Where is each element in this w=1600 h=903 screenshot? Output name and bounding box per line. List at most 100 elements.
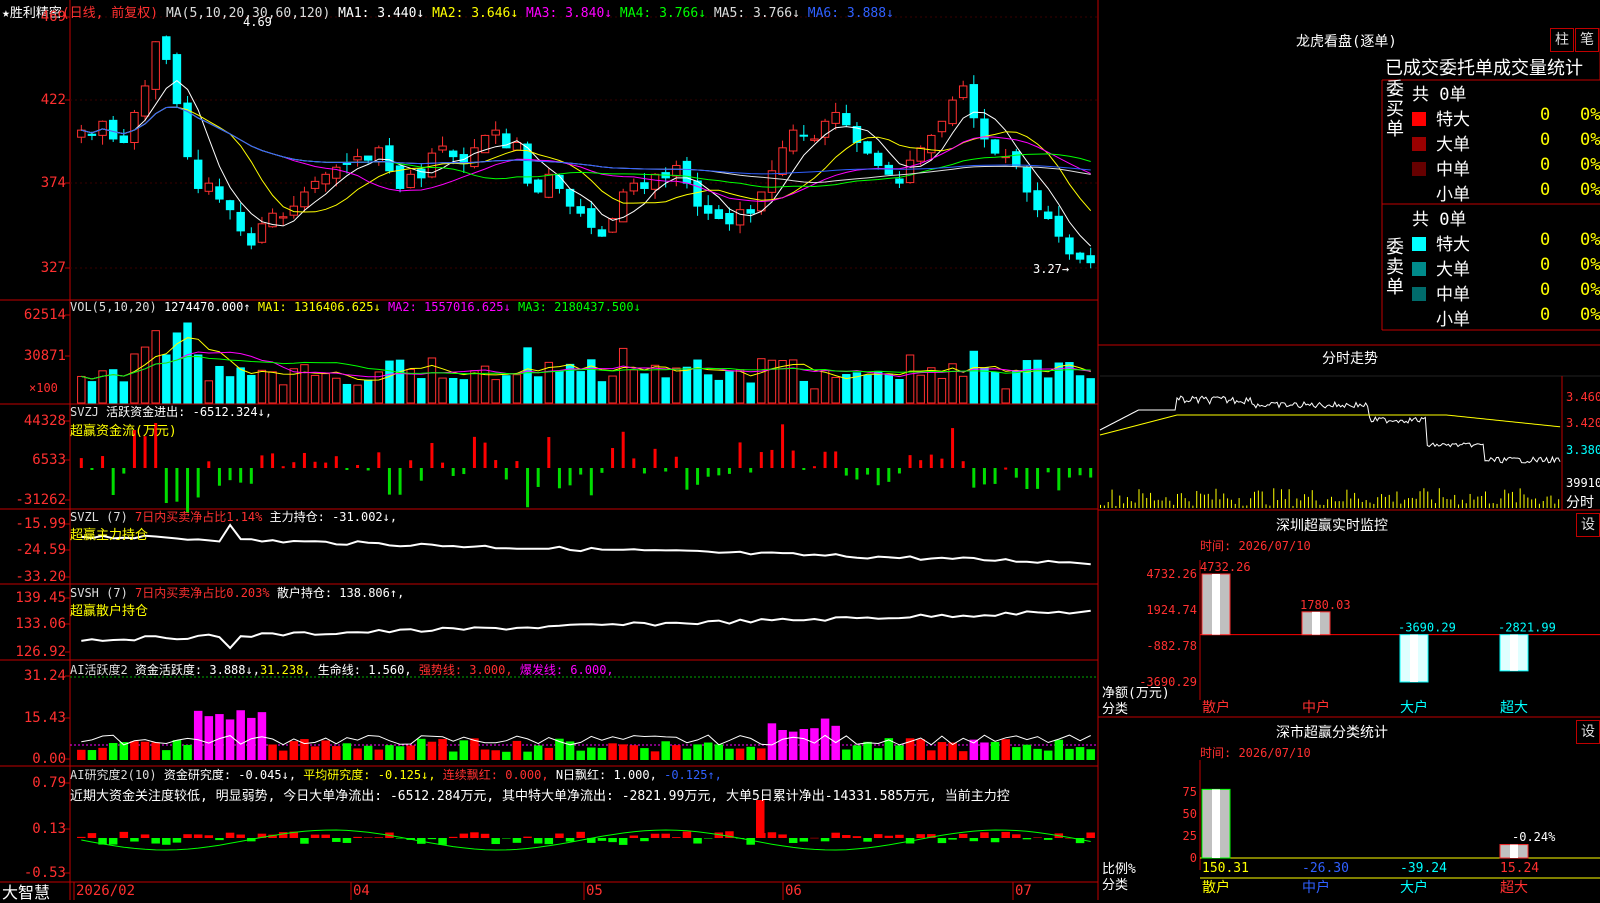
- candle: [162, 36, 171, 60]
- flow-bar: [791, 450, 795, 468]
- candle: [321, 173, 330, 185]
- legend-swatch: [1412, 187, 1426, 201]
- volume-bar: [417, 378, 426, 404]
- candle: [799, 134, 809, 137]
- volume-bar: [608, 375, 617, 404]
- classify-settings-button[interactable]: 设: [1576, 720, 1600, 744]
- activity-bar: [714, 744, 724, 760]
- classify-category-label: 大户: [1400, 879, 1428, 896]
- order-type-label: 大单: [1436, 135, 1470, 155]
- flow-bar: [356, 464, 360, 468]
- study-bar: [342, 838, 352, 843]
- order-percent: 0%: [1580, 180, 1600, 200]
- volume-bar: [757, 358, 766, 404]
- activity-bar: [257, 712, 267, 760]
- candle: [1086, 255, 1095, 264]
- flow-bar: [589, 468, 593, 496]
- activity-bar: [863, 741, 872, 760]
- flow-bar: [781, 424, 785, 468]
- intraday-volume-bar: [1184, 498, 1186, 508]
- flow-bar: [122, 468, 126, 474]
- candle: [810, 138, 819, 141]
- svzl-tick: -15.99: [15, 516, 66, 532]
- flow-bar: [302, 452, 306, 468]
- study-bar: [204, 835, 214, 838]
- volume-bar: [884, 373, 894, 404]
- classify-value-label: 15.24: [1500, 861, 1539, 876]
- activity-bar: [470, 738, 479, 760]
- buy-side-label: 委买单: [1386, 79, 1404, 140]
- flow-bar: [611, 448, 615, 468]
- monitor-time: 时间: 2026/07/10: [1200, 539, 1311, 553]
- study-bar: [618, 838, 628, 845]
- flow-bar: [324, 462, 328, 468]
- flow-bar: [143, 436, 147, 468]
- monitor-title: 深圳超赢实时监控: [1276, 518, 1388, 534]
- study-bar: [108, 838, 118, 845]
- order-count: 0: [1540, 155, 1551, 175]
- vol-header: VOL(5,10,20) 1274470.000↑ MA1: 1316406.6…: [70, 300, 641, 314]
- svsh-ratio: 7日内买卖净占比0.203%: [135, 586, 270, 600]
- volume-bar: [77, 375, 86, 404]
- flow-bar: [1004, 467, 1008, 470]
- intraday-volume-bar: [1277, 500, 1279, 508]
- volume-bar: [310, 374, 320, 404]
- ma-line: [81, 106, 1091, 175]
- candle: [310, 180, 320, 189]
- candle: [629, 182, 639, 192]
- flow-bar: [823, 451, 827, 468]
- intraday-volume-bar: [1458, 504, 1460, 508]
- volume-bar: [703, 374, 713, 404]
- ai-study-tick: 0.13: [32, 821, 66, 837]
- activity-bar: [1065, 748, 1074, 760]
- intraday-volume-bar: [1284, 499, 1286, 508]
- ai2-activity: 资金活跃度: 3.888↓,: [134, 663, 260, 677]
- volume-bar: [321, 373, 330, 404]
- intraday-volume-bar: [1103, 505, 1105, 508]
- candle: [863, 141, 872, 154]
- candle: [108, 119, 118, 140]
- activity-bar: [491, 750, 500, 760]
- volume-bar: [682, 366, 692, 404]
- tick-view-button[interactable]: 笔: [1575, 28, 1599, 52]
- activity-bar: [576, 750, 585, 760]
- intraday-volume-bar: [1342, 501, 1344, 508]
- volume-bar: [502, 375, 511, 404]
- study-bar: [555, 833, 564, 838]
- order-count: 0: [1540, 130, 1551, 150]
- candle: [693, 180, 702, 207]
- svsh-tick: 133.06: [15, 616, 66, 632]
- vol-ma-line: [81, 337, 1091, 381]
- volume-bar: [810, 388, 819, 404]
- activity-bar: [608, 743, 617, 760]
- monitor-tick: 4732.26: [1146, 567, 1197, 581]
- ai-study-title: AI研究度2(10): [70, 768, 157, 782]
- intraday-unit: 分时: [1566, 495, 1594, 511]
- intraday-volume-bar: [1327, 499, 1329, 508]
- study-bar: [608, 838, 617, 843]
- bar-view-button[interactable]: 柱: [1550, 28, 1574, 52]
- svzj-tick: 6533: [32, 452, 66, 468]
- flow-bar: [164, 468, 168, 504]
- intraday-volume-bar: [1415, 498, 1417, 508]
- intraday-volume-bar: [1192, 505, 1194, 508]
- candle: [1043, 211, 1053, 220]
- vol-ma3: MA3: 2180437.500↓: [518, 300, 641, 314]
- bar-highlight: [1510, 634, 1518, 671]
- period-label[interactable]: (日线, 前复权): [62, 6, 158, 21]
- intraday-volume-bar: [1257, 490, 1259, 508]
- x-axis-label: 05: [586, 883, 603, 899]
- study-bar: [969, 838, 979, 842]
- legend-swatch: [1412, 312, 1426, 326]
- volume-bar: [523, 347, 532, 404]
- study-bar: [778, 834, 787, 838]
- candle: [916, 147, 925, 162]
- monitor-settings-button[interactable]: 设: [1576, 513, 1600, 537]
- intraday-avg-line: [1099, 414, 1561, 436]
- intraday-volume-bar: [1219, 499, 1221, 508]
- candle: [225, 200, 235, 211]
- study-bar: [629, 835, 639, 838]
- monitor-value-label: 4732.26: [1200, 560, 1251, 574]
- flow-bar: [770, 449, 774, 468]
- candle: [948, 99, 957, 125]
